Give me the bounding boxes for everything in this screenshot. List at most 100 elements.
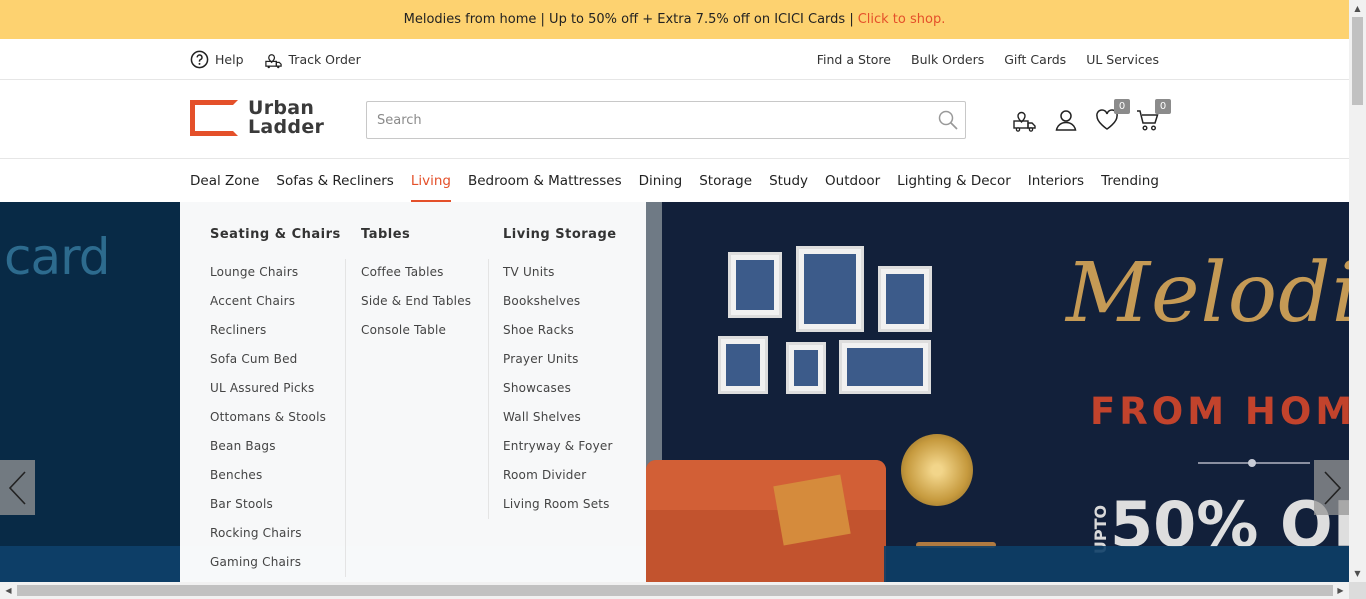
mega-item[interactable]: Shoe Racks xyxy=(503,321,613,350)
nav-storage[interactable]: Storage xyxy=(699,159,752,202)
track-order-label: Track Order xyxy=(288,51,361,67)
cart-count-badge: 0 xyxy=(1155,99,1171,114)
mega-item[interactable]: Showcases xyxy=(503,379,613,408)
horizontal-scroll-thumb[interactable] xyxy=(17,585,1333,596)
search-input[interactable] xyxy=(367,102,937,138)
photo-frame xyxy=(878,266,932,332)
mega-item[interactable]: Gaming Chairs xyxy=(210,553,326,582)
search-box xyxy=(366,101,966,139)
nav-living[interactable]: Living xyxy=(410,159,452,202)
mega-item[interactable]: Lounge Chairs xyxy=(210,263,326,292)
mega-heading-living-storage[interactable]: Living Storage xyxy=(503,227,617,242)
track-order-icon xyxy=(264,53,282,68)
search-icon[interactable] xyxy=(937,109,959,131)
mega-item[interactable]: Benches xyxy=(210,466,326,495)
mega-item[interactable]: Sofa Cum Bed xyxy=(210,350,326,379)
mega-item[interactable]: Room Divider xyxy=(503,466,613,495)
wishlist-count-badge: 0 xyxy=(1114,99,1130,114)
hero-slide-current: Melodies FROM HOME UPTO 50% OFF xyxy=(646,202,1349,582)
wishlist-button[interactable]: 0 xyxy=(1094,99,1130,133)
mega-heading-tables[interactable]: Tables xyxy=(361,227,410,242)
site-header: Urban Ladder 0 0 xyxy=(0,80,1349,159)
mega-divider xyxy=(345,259,346,577)
mega-item[interactable]: Rocking Chairs xyxy=(210,524,326,553)
logo[interactable]: Urban Ladder xyxy=(190,99,324,137)
mega-item[interactable]: Console Table xyxy=(361,321,471,350)
scrollbar-corner xyxy=(1349,582,1366,599)
cart-button[interactable]: 0 xyxy=(1135,99,1171,133)
track-order-link[interactable]: Track Order xyxy=(264,50,361,69)
bulk-orders-link[interactable]: Bulk Orders xyxy=(911,52,984,67)
photo-frame xyxy=(718,336,768,394)
nav-interiors[interactable]: Interiors xyxy=(1028,159,1084,202)
scroll-right-arrow-icon[interactable]: ▶ xyxy=(1332,582,1349,599)
nav-bedroom-mattresses[interactable]: Bedroom & Mattresses xyxy=(468,159,622,202)
hero-divider-dot xyxy=(1248,459,1256,467)
vertical-scroll-thumb[interactable] xyxy=(1352,17,1363,105)
help-label: Help xyxy=(215,51,244,67)
ul-services-link[interactable]: UL Services xyxy=(1086,52,1159,67)
store-locator-button[interactable] xyxy=(1012,107,1038,133)
mega-item[interactable]: Living Room Sets xyxy=(503,495,613,524)
logo-line2: Ladder xyxy=(248,116,325,138)
help-link[interactable]: Help xyxy=(190,50,244,69)
hero-right-band xyxy=(884,546,1349,582)
hero-title: Melodies xyxy=(1066,246,1349,341)
hero-left-text: card xyxy=(4,228,111,286)
chevron-left-icon xyxy=(8,470,26,505)
scroll-left-arrow-icon[interactable]: ◀ xyxy=(0,582,17,599)
mega-item[interactable]: Prayer Units xyxy=(503,350,613,379)
account-button[interactable] xyxy=(1053,107,1079,133)
carousel-prev-button[interactable] xyxy=(0,460,35,515)
mega-item[interactable]: Bar Stools xyxy=(210,495,326,524)
mega-item[interactable]: UL Assured Picks xyxy=(210,379,326,408)
sofa-back xyxy=(646,460,886,510)
cushion xyxy=(773,474,851,546)
mega-item[interactable]: Side & End Tables xyxy=(361,292,471,321)
logo-wordmark: Urban Ladder xyxy=(248,99,324,137)
photo-frame xyxy=(728,252,782,318)
mega-item[interactable]: Coffee Tables xyxy=(361,263,471,292)
scroll-up-arrow-icon[interactable]: ▲ xyxy=(1349,0,1366,17)
page: Melodies from home | Up to 50% off + Ext… xyxy=(0,0,1349,582)
mega-heading-seating[interactable]: Seating & Chairs xyxy=(210,227,341,242)
gramophone-image xyxy=(901,434,973,506)
nav-trending[interactable]: Trending xyxy=(1101,159,1159,202)
nav-sofas-recliners[interactable]: Sofas & Recliners xyxy=(276,159,393,202)
nav-outdoor[interactable]: Outdoor xyxy=(825,159,880,202)
scroll-down-arrow-icon[interactable]: ▼ xyxy=(1349,565,1366,582)
horizontal-scrollbar[interactable]: ◀ ▶ xyxy=(0,582,1366,599)
nav-dining[interactable]: Dining xyxy=(639,159,683,202)
mega-divider xyxy=(488,259,489,519)
mega-item[interactable]: Wall Shelves xyxy=(503,408,613,437)
gift-cards-link[interactable]: Gift Cards xyxy=(1004,52,1066,67)
photo-frame xyxy=(839,340,931,394)
promo-text: Melodies from home | Up to 50% off + Ext… xyxy=(403,12,854,27)
living-mega-menu: Seating & Chairs Lounge Chairs Accent Ch… xyxy=(180,202,646,582)
promo-banner[interactable]: Melodies from home | Up to 50% off + Ext… xyxy=(0,0,1349,39)
photo-frame xyxy=(786,342,826,394)
delivery-truck-icon xyxy=(1013,111,1036,132)
main-nav: Deal Zone Sofas & Recliners Living Bedro… xyxy=(0,159,1349,202)
vertical-scrollbar[interactable]: ▲ ▼ xyxy=(1349,0,1366,582)
hero-subtitle: FROM HOME xyxy=(1090,390,1349,433)
mega-item[interactable]: Accent Chairs xyxy=(210,292,326,321)
chevron-right-icon xyxy=(1323,470,1341,505)
carousel-next-button[interactable] xyxy=(1314,460,1349,515)
user-icon xyxy=(1055,110,1077,131)
find-store-link[interactable]: Find a Store xyxy=(817,52,891,67)
help-icon xyxy=(190,50,209,68)
utility-bar: Help Track Order Find a Store Bulk Order… xyxy=(0,39,1349,80)
mega-item[interactable]: Entryway & Foyer xyxy=(503,437,613,466)
logo-mark-icon xyxy=(190,100,238,136)
nav-deal-zone[interactable]: Deal Zone xyxy=(190,159,259,202)
mega-item[interactable]: Recliners xyxy=(210,321,326,350)
mega-item[interactable]: Ottomans & Stools xyxy=(210,408,326,437)
nav-study[interactable]: Study xyxy=(769,159,808,202)
photo-frame xyxy=(796,246,864,332)
promo-cta-link[interactable]: Click to shop. xyxy=(858,12,946,27)
mega-item[interactable]: Bookshelves xyxy=(503,292,613,321)
nav-lighting-decor[interactable]: Lighting & Decor xyxy=(897,159,1011,202)
mega-item[interactable]: Bean Bags xyxy=(210,437,326,466)
mega-item[interactable]: TV Units xyxy=(503,263,613,292)
